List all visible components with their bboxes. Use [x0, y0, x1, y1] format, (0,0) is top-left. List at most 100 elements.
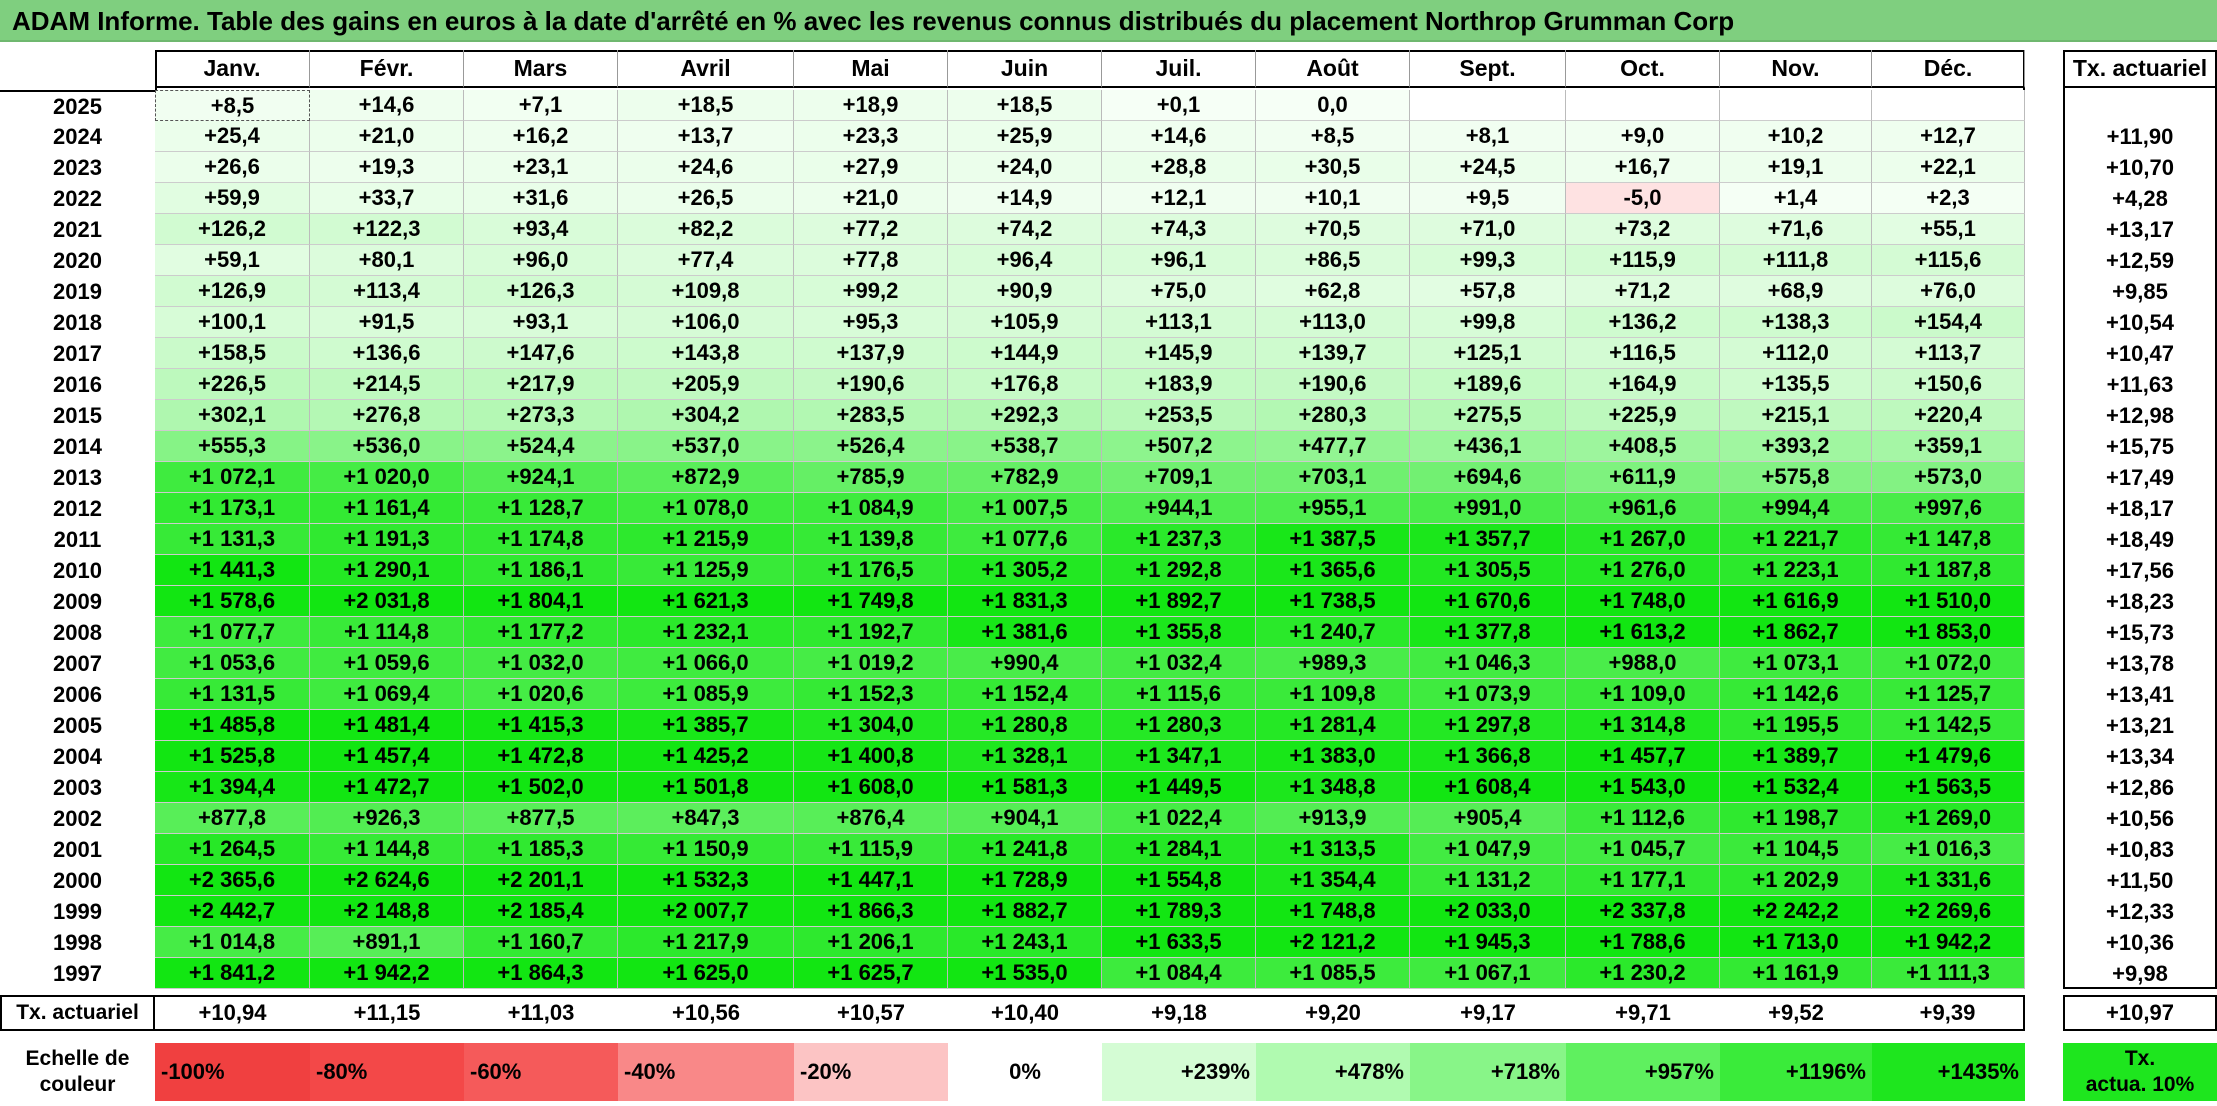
annual-cell: +13,78	[2106, 650, 2174, 676]
color-scale-swatch: -100%	[155, 1043, 310, 1101]
value-cell: +14,9	[948, 183, 1102, 214]
value-cell: +23,3	[794, 121, 948, 152]
year-label: 2006	[53, 681, 102, 707]
value-cell: +1 449,5	[1102, 772, 1256, 803]
value-cell: +2 031,8	[310, 586, 464, 617]
year-label: 2025	[0, 90, 155, 121]
value-cell: +1 501,8	[618, 772, 794, 803]
value-cell: +2 201,1	[464, 865, 618, 896]
value-cell: +1 543,0	[1566, 772, 1720, 803]
year-label: 2014	[53, 433, 102, 459]
value-cell: +1 104,5	[1720, 834, 1872, 865]
annual-cell: +10,56	[2106, 805, 2174, 831]
value-cell: +93,1	[464, 307, 618, 338]
value-cell: +1 290,1	[310, 555, 464, 586]
value-cell: +1 365,6	[1256, 555, 1410, 586]
value-cell: +176,8	[948, 369, 1102, 400]
value-cell: +1 532,3	[618, 865, 794, 896]
month-header: Juil.	[1102, 50, 1256, 88]
value-cell: +1 381,6	[948, 617, 1102, 648]
value-cell: +1 728,9	[948, 865, 1102, 896]
value-cell: +82,2	[618, 214, 794, 245]
annual-cell: +9,85	[2112, 278, 2168, 304]
color-scale-label-line2: couleur	[39, 1073, 116, 1096]
value-cell: +276,8	[310, 400, 464, 431]
value-cell: +1 387,5	[1256, 524, 1410, 555]
value-cell: +22,1	[1872, 152, 2025, 183]
value-cell: +100,1	[155, 307, 310, 338]
value-cell: +1 085,9	[618, 679, 794, 710]
value-cell: +1 942,2	[1872, 927, 2025, 958]
value-cell: +18,5	[948, 90, 1102, 121]
value-cell: +877,8	[155, 803, 310, 834]
value-cell: +71,0	[1410, 214, 1566, 245]
value-cell: +21,0	[310, 121, 464, 152]
value-cell: +1 020,0	[310, 462, 464, 493]
value-cell: +1 788,6	[1566, 927, 1720, 958]
value-cell: +25,4	[155, 121, 310, 152]
annual-cell: +11,63	[2106, 371, 2174, 397]
value-cell: +555,3	[155, 431, 310, 462]
color-scale-swatch: +239%	[1102, 1043, 1256, 1101]
value-cell: +1 053,6	[155, 648, 310, 679]
annual-cell: +12,59	[2106, 247, 2174, 273]
value-cell: +2 624,6	[310, 865, 464, 896]
value-cell: +95,3	[794, 307, 948, 338]
value-cell: +25,9	[948, 121, 1102, 152]
value-cell: +19,3	[310, 152, 464, 183]
value-cell: +28,8	[1102, 152, 1256, 183]
value-cell: +1 608,4	[1410, 772, 1566, 803]
value-cell: +113,1	[1102, 307, 1256, 338]
value-cell: +2 033,0	[1410, 896, 1566, 927]
value-cell: +1 237,3	[1102, 524, 1256, 555]
value-cell: +1 020,6	[464, 679, 618, 710]
value-cell: -5,0	[1566, 183, 1720, 214]
annual-cell: +10,47	[2106, 340, 2174, 366]
value-cell: +116,5	[1566, 338, 1720, 369]
value-cell: +14,6	[1102, 121, 1256, 152]
value-cell: +1 313,5	[1256, 834, 1410, 865]
value-cell: +1 016,3	[1872, 834, 2025, 865]
annual-cell: +13,17	[2106, 216, 2174, 242]
value-cell: +1 485,8	[155, 710, 310, 741]
value-cell: +253,5	[1102, 400, 1256, 431]
color-scale-label: Echelle de couleur	[0, 1043, 155, 1101]
value-cell: +1 510,0	[1872, 586, 2025, 617]
value-cell: +1 072,0	[1872, 648, 2025, 679]
value-cell: +507,2	[1102, 431, 1256, 462]
value-cell: +1 111,3	[1872, 958, 2025, 989]
value-cell: +1 625,0	[618, 958, 794, 989]
value-cell: +1 616,9	[1720, 586, 1872, 617]
value-cell: +1 195,5	[1720, 710, 1872, 741]
value-cell: +1 223,1	[1720, 555, 1872, 586]
value-cell: +217,9	[464, 369, 618, 400]
year-label: 2024	[53, 123, 102, 149]
value-cell: +27,9	[794, 152, 948, 183]
value-cell: +138,3	[1720, 307, 1872, 338]
value-cell: +1 084,4	[1102, 958, 1256, 989]
value-cell: 0,0	[1256, 90, 1410, 121]
value-cell: +158,5	[155, 338, 310, 369]
value-cell: +33,7	[310, 183, 464, 214]
value-cell: +1 045,7	[1566, 834, 1720, 865]
value-cell: +1 215,9	[618, 524, 794, 555]
annual-cell: +11,50	[2106, 867, 2174, 893]
value-cell: +1 161,9	[1720, 958, 1872, 989]
value-cell: +90,9	[948, 276, 1102, 307]
value-cell: +905,4	[1410, 803, 1566, 834]
value-cell: +1 400,8	[794, 741, 948, 772]
color-scale-label-line1: Echelle de	[25, 1047, 130, 1070]
value-cell: +74,2	[948, 214, 1102, 245]
value-cell: +1 385,7	[618, 710, 794, 741]
value-cell: +1 187,8	[1872, 555, 2025, 586]
value-cell: +302,1	[155, 400, 310, 431]
value-cell: +113,7	[1872, 338, 2025, 369]
value-cell: +891,1	[310, 927, 464, 958]
value-cell: +1 152,4	[948, 679, 1102, 710]
annual-scale-line2: actua. 10%	[2085, 1073, 2195, 1096]
value-cell: +214,5	[310, 369, 464, 400]
value-cell: +1 383,0	[1256, 741, 1410, 772]
value-cell: +709,1	[1102, 462, 1256, 493]
value-cell: +408,5	[1566, 431, 1720, 462]
value-cell: +139,7	[1256, 338, 1410, 369]
